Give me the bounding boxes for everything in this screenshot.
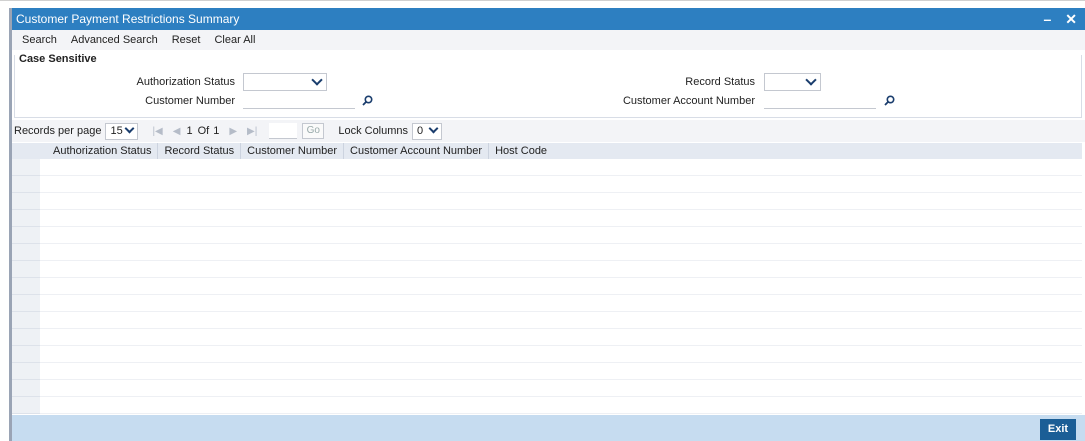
row-selector[interactable] (12, 329, 40, 346)
table-row[interactable] (12, 295, 1082, 312)
magnifier-icon[interactable] (884, 95, 895, 106)
window-title: Customer Payment Restrictions Summary (16, 12, 240, 26)
last-page-icon[interactable]: ▶| (247, 126, 257, 137)
lock-columns-value: 0 (417, 124, 424, 137)
grid-header: Authorization Status Record Status Custo… (12, 143, 1082, 159)
record-status-select[interactable] (764, 73, 821, 91)
pagination-bar: Records per page 15 |◀ ◀ 1 Of 1 ▶ ▶| Go … (12, 120, 1085, 142)
footer-bar: Exit (12, 415, 1085, 441)
authorization-status-label: Authorization Status (136, 76, 235, 88)
chevron-down-icon (311, 74, 323, 86)
row-selector[interactable] (12, 159, 40, 176)
table-row[interactable] (12, 193, 1082, 210)
top-edge (0, 0, 1085, 1)
of-label: Of (197, 125, 210, 137)
records-per-page-value: 15 (110, 124, 123, 137)
summary-window: Customer Payment Restrictions Summary – … (0, 0, 1085, 441)
case-sensitive-legend: Case Sensitive (19, 53, 101, 65)
records-per-page-label: Records per page (14, 125, 102, 137)
results-grid: Authorization Status Record Status Custo… (12, 143, 1082, 414)
col-host-code[interactable]: Host Code (488, 143, 553, 159)
first-page-icon[interactable]: |◀ (152, 126, 162, 137)
table-row[interactable] (12, 397, 1082, 414)
row-selector[interactable] (12, 363, 40, 380)
go-button[interactable]: Go (302, 123, 325, 139)
row-selector[interactable] (12, 278, 40, 295)
next-page-icon[interactable]: ▶ (229, 126, 237, 137)
table-row[interactable] (12, 159, 1082, 176)
table-row[interactable] (12, 261, 1082, 278)
minimize-icon[interactable]: – (1043, 8, 1051, 30)
table-row[interactable] (12, 227, 1082, 244)
customer-number-input[interactable] (243, 93, 355, 109)
chevron-down-icon (805, 74, 817, 86)
row-selector[interactable] (12, 244, 40, 261)
title-bar: Customer Payment Restrictions Summary – … (12, 8, 1085, 30)
row-selector[interactable] (12, 261, 40, 278)
row-selector[interactable] (12, 397, 40, 414)
table-row[interactable] (12, 176, 1082, 193)
menu-clear-all[interactable]: Clear All (214, 34, 255, 46)
current-page: 1 (186, 125, 193, 137)
magnifier-icon[interactable] (362, 95, 373, 106)
row-selector[interactable] (12, 346, 40, 363)
row-selector[interactable] (12, 193, 40, 210)
row-selector[interactable] (12, 312, 40, 329)
table-row[interactable] (12, 244, 1082, 261)
table-row[interactable] (12, 363, 1082, 380)
previous-page-icon[interactable]: ◀ (173, 126, 181, 137)
table-row[interactable] (12, 210, 1082, 227)
row-selector[interactable] (12, 176, 40, 193)
col-customer-number[interactable]: Customer Number (240, 143, 343, 159)
customer-account-number-label: Customer Account Number (622, 95, 755, 107)
table-row[interactable] (12, 346, 1082, 363)
chevron-down-icon (125, 123, 135, 133)
total-pages: 1 (213, 125, 220, 137)
authorization-status-select[interactable] (243, 73, 327, 91)
table-row[interactable] (12, 380, 1082, 397)
row-selector[interactable] (12, 380, 40, 397)
menu-bar: Search Advanced Search Reset Clear All (12, 30, 1085, 50)
table-row[interactable] (12, 312, 1082, 329)
lock-columns-select[interactable]: 0 (412, 122, 443, 140)
exit-button[interactable]: Exit (1040, 419, 1076, 440)
table-row[interactable] (12, 278, 1082, 295)
menu-advanced-search[interactable]: Advanced Search (71, 34, 158, 46)
customer-number-label: Customer Number (145, 95, 235, 107)
col-authorization-status[interactable]: Authorization Status (40, 143, 157, 159)
select-all-cell[interactable] (12, 143, 40, 159)
chevron-down-icon (428, 123, 439, 133)
menu-search[interactable]: Search (22, 34, 57, 46)
row-selector[interactable] (12, 227, 40, 244)
row-selector[interactable] (12, 210, 40, 227)
records-per-page-select[interactable]: 15 (105, 122, 139, 140)
col-record-status[interactable]: Record Status (157, 143, 240, 159)
col-customer-account-number[interactable]: Customer Account Number (343, 143, 488, 159)
row-selector[interactable] (12, 295, 40, 312)
lock-columns-label: Lock Columns (338, 125, 409, 137)
table-row[interactable] (12, 329, 1082, 346)
menu-reset[interactable]: Reset (172, 34, 201, 46)
customer-account-number-input[interactable] (764, 93, 876, 109)
goto-page-input[interactable] (269, 123, 298, 139)
record-status-label: Record Status (685, 76, 755, 88)
close-icon[interactable]: ✕ (1065, 8, 1077, 30)
